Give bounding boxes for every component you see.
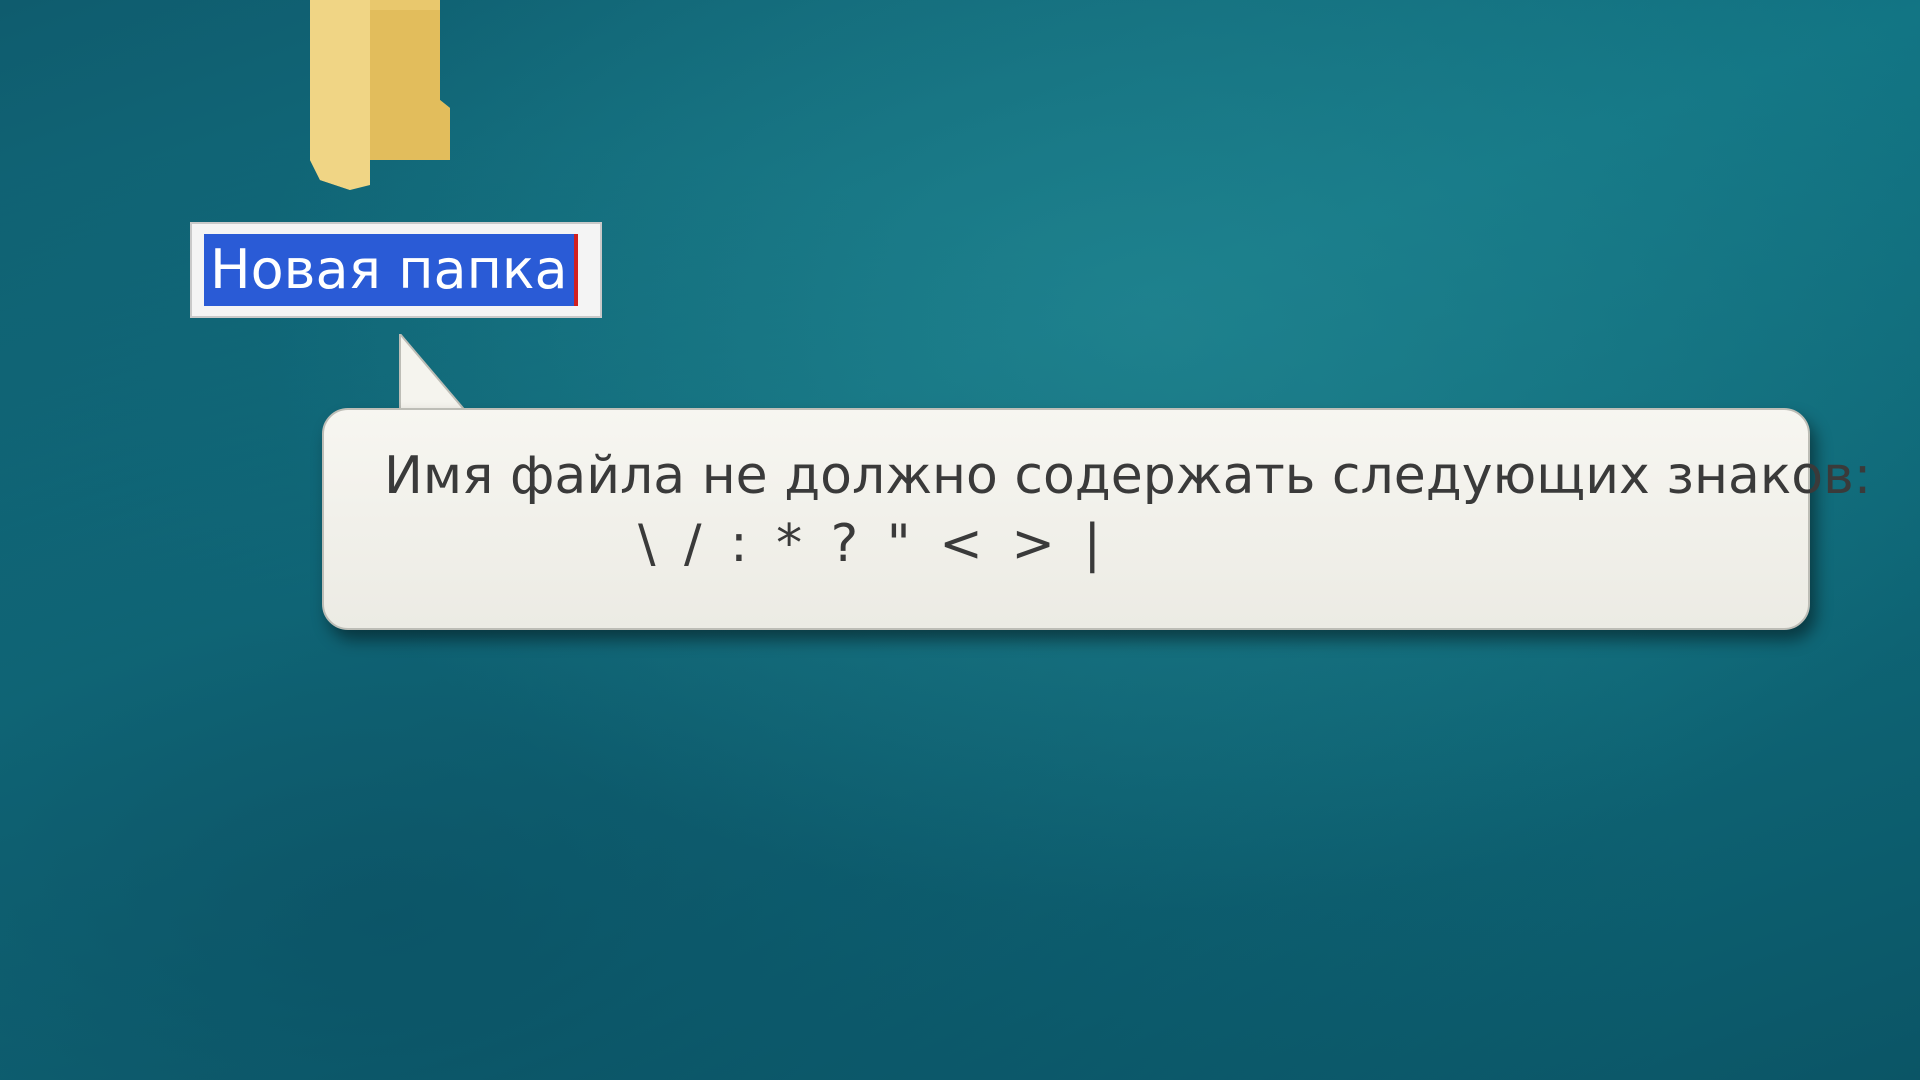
desktop[interactable]: Новая папка Имя файла не должно содержат… [0,0,1920,1080]
tooltip-tail [399,334,477,414]
rename-box: Новая папка [190,222,602,318]
folder-icon[interactable] [300,0,460,190]
tooltip-message: Имя файла не должно содержать следующих … [384,446,1872,506]
folder-name-input[interactable]: Новая папка [204,234,588,306]
tooltip-invalid-chars: \ / : * ? " < > | [638,514,1107,574]
invalid-characters-tooltip: Имя файла не должно содержать следующих … [322,408,1872,630]
folder-name-selected-text[interactable]: Новая папка [204,234,578,306]
